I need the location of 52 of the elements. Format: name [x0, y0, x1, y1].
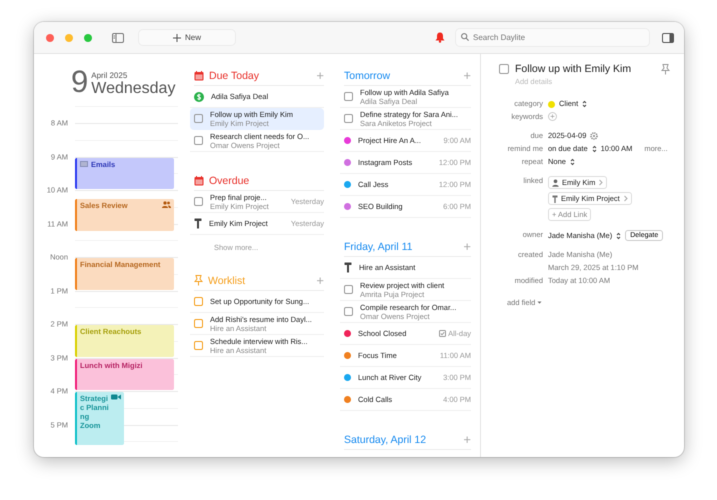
search-icon: [461, 33, 469, 41]
calendar-icon: [194, 176, 204, 186]
checkbox-icon: [439, 330, 446, 337]
month-label: April 2025: [91, 71, 128, 80]
day-number: 9: [71, 67, 88, 97]
project-icon: [344, 262, 352, 273]
chevron-icon[interactable]: [598, 179, 604, 186]
minimize-button[interactable]: [65, 34, 73, 42]
section-title: Overdue: [209, 174, 250, 186]
checkbox[interactable]: [344, 307, 353, 316]
calendar-icon: [194, 70, 204, 80]
zoom-button[interactable]: [84, 34, 92, 42]
section-title: Due Today: [209, 70, 260, 82]
task-title: Follow up with Emily Kim: [515, 63, 632, 75]
stepper-icon[interactable]: [582, 100, 588, 108]
checkbox[interactable]: [194, 136, 203, 145]
checkbox[interactable]: [344, 114, 353, 123]
stepper-icon[interactable]: [592, 145, 597, 153]
pin-icon[interactable]: [661, 64, 670, 74]
inspector-icon[interactable]: [662, 32, 674, 42]
weekday-label: Wednesday: [91, 80, 176, 97]
people-icon: [162, 201, 171, 208]
close-button[interactable]: [46, 34, 54, 42]
project-icon: [552, 194, 558, 202]
chevron-icon[interactable]: [622, 195, 628, 202]
section-title: Saturday, April 12: [344, 434, 428, 446]
checkbox[interactable]: [194, 197, 203, 206]
gear-icon[interactable]: [590, 132, 598, 140]
search-field[interactable]: Search Daylite: [455, 28, 650, 47]
deal-icon: [194, 92, 204, 102]
stepper-icon[interactable]: [570, 158, 575, 166]
checkbox[interactable]: [194, 319, 203, 328]
person-icon: [552, 178, 559, 186]
checkbox[interactable]: [194, 114, 203, 123]
new-button[interactable]: New: [138, 29, 236, 46]
checkbox[interactable]: [499, 64, 509, 74]
section-title: Tomorrow: [344, 70, 392, 82]
video-camera-icon: [111, 394, 121, 400]
pin-icon: [194, 275, 203, 286]
sidebar-icon[interactable]: [112, 32, 124, 42]
section-title: Friday, April 11: [344, 240, 414, 252]
checkbox[interactable]: [344, 285, 353, 294]
stepper-icon[interactable]: [616, 232, 622, 240]
checkbox[interactable]: [194, 341, 203, 350]
caret-icon: [537, 301, 542, 304]
project-icon: [194, 218, 202, 229]
plus-icon: [172, 34, 181, 42]
mail-icon: [80, 161, 88, 168]
checkbox[interactable]: [194, 297, 203, 306]
section-title: Worklist: [208, 274, 246, 286]
checkbox[interactable]: [344, 92, 353, 101]
notification-bell-icon[interactable]: [435, 32, 445, 43]
